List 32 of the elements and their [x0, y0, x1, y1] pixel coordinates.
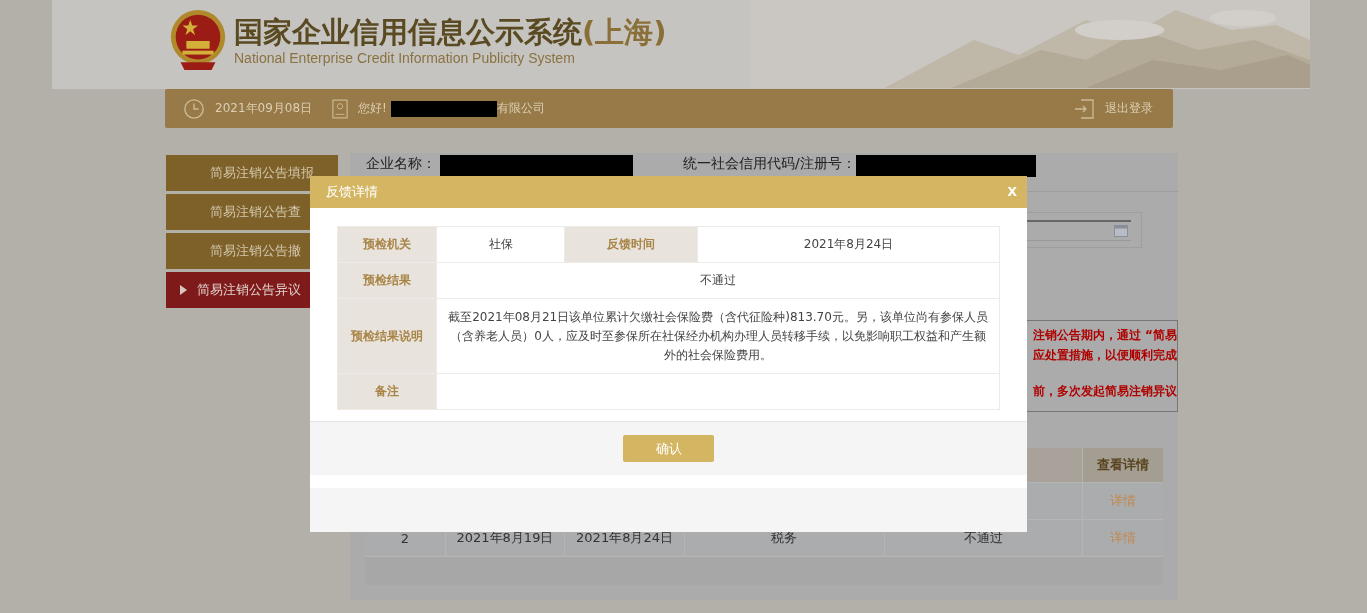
date-text: 2021年09月08日: [215, 100, 313, 117]
company-name-label: 企业名称：: [366, 155, 436, 173]
column-header: 查看详情: [1083, 448, 1163, 482]
clock-icon: [183, 97, 205, 120]
field-label: 反馈时间: [564, 226, 698, 263]
calendar-icon: [1114, 224, 1128, 237]
close-button[interactable]: x: [1007, 180, 1017, 204]
sidebar-item-label: 简易注销公告查: [210, 203, 301, 221]
field-value: 社保: [436, 226, 565, 263]
region-label: (上海): [582, 15, 667, 49]
site-title: 国家企业信用信息公示系统(上海): [234, 14, 667, 50]
sidebar-item-label: 简易注销公告异议: [197, 281, 301, 299]
field-value: 截至2021年08月21日该单位累计欠缴社会保险费（含代征险种)813.70元。另，该单位尚有参保人员（含养老人员）0人，应及时至参保所在社保经办机构办理人员转移手续，以免影响职工权益和产生额外的社会保险费用。: [436, 298, 1000, 374]
confirm-button[interactable]: 确认: [623, 435, 714, 462]
credit-code-label: 统一社会信用代码/注册号：: [683, 155, 856, 173]
field-value: 不通过: [436, 262, 1000, 299]
site-subtitle: National Enterprise Credit Information Publicity System: [234, 50, 576, 66]
field-label: 预检结果说明: [337, 298, 437, 374]
field-label: 预检机关: [337, 226, 437, 263]
field-label: 预检结果: [337, 262, 437, 299]
notice-text: 应处置措施，以便顺利完成: [1032, 347, 1177, 364]
emblem-icon: [168, 8, 228, 72]
user-card-icon: [332, 98, 349, 119]
notice-text: 注销公告期内，通过 “简易: [1031, 327, 1177, 344]
sidebar-item-label: 简易注销公告撤: [210, 242, 301, 260]
logout-link[interactable]: 退出登录: [1105, 100, 1153, 117]
notice-text: 前，多次发起简易注销异议: [1032, 383, 1177, 400]
field-label: 备注: [337, 373, 437, 410]
triangle-icon: [180, 285, 187, 295]
field-value: 2021年8月24日: [697, 226, 1000, 263]
greeting-text: 您好!: [358, 100, 387, 117]
company-name-text: 有限公司: [496, 100, 545, 117]
